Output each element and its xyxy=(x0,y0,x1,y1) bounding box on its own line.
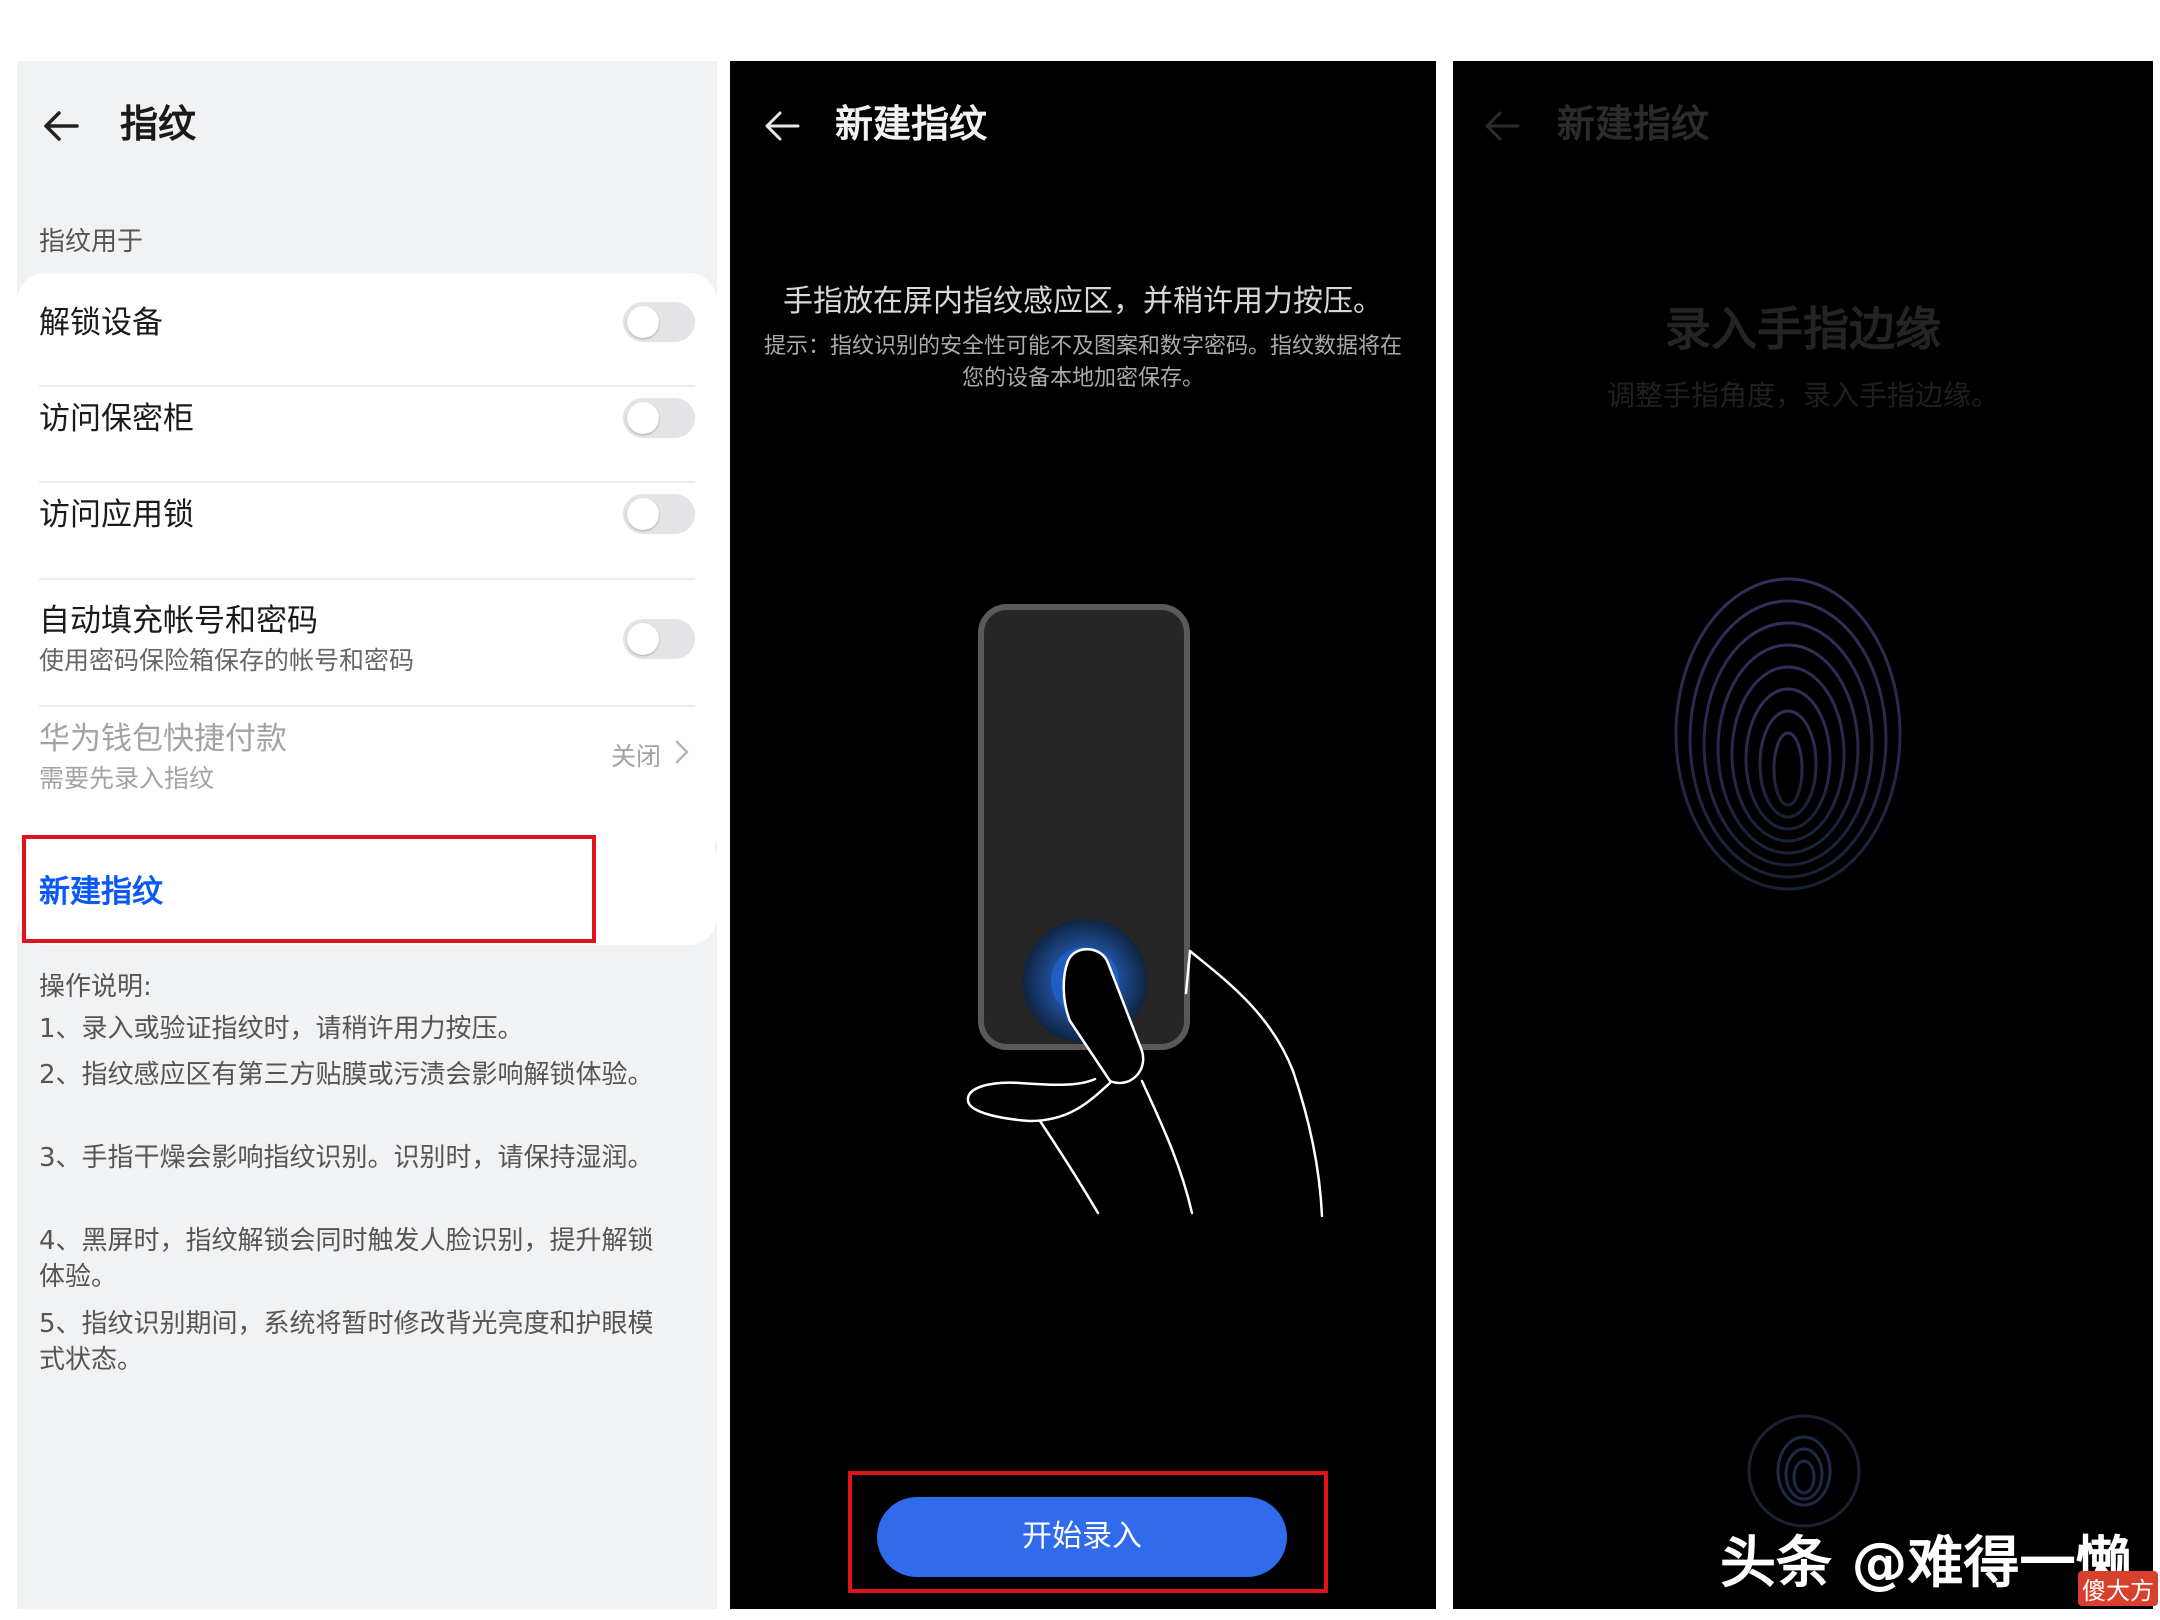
row-title: 访问保密柜 xyxy=(39,401,194,437)
page-title: 新建指纹 xyxy=(1557,102,1710,146)
logo-badge: 傻大方 xyxy=(2078,1571,2158,1606)
row-subtitle: 使用密码保险箱保存的帐号和密码 xyxy=(39,646,415,675)
divider xyxy=(39,705,695,707)
section-label: 指纹用于 xyxy=(39,227,144,257)
row-title: 自动填充帐号和密码 xyxy=(39,603,318,639)
fingerprint-settings-screen: 指纹 指纹用于 解锁设备 访问保密柜 访问应用锁 自动填充帐号和密码 使用密码保… xyxy=(17,61,717,1609)
access-safe-toggle[interactable] xyxy=(623,398,695,438)
row-autofill[interactable]: 自动填充帐号和密码 使用密码保险箱保存的帐号和密码 xyxy=(39,595,695,695)
phone-hand-illustration xyxy=(966,604,1324,1218)
fingerprint-sensor-icon xyxy=(1747,1414,1861,1528)
row-access-safe[interactable]: 访问保密柜 xyxy=(39,389,695,449)
row-app-lock[interactable]: 访问应用锁 xyxy=(39,485,695,545)
back-arrow-icon[interactable] xyxy=(37,101,87,151)
row-huawei-wallet[interactable]: 华为钱包快捷付款 需要先录入指纹 关闭 xyxy=(39,713,695,813)
row-subtitle: 需要先录入指纹 xyxy=(39,764,215,793)
instruction-item: 1、录入或验证指纹时，请稍许用力按压。 xyxy=(39,1014,524,1044)
enroll-fingerprint-screen: 新建指纹 手指放在屏内指纹感应区，并稍许用力按压。 提示：指纹识别的安全性可能不… xyxy=(730,61,1436,1609)
instructions-title: 操作说明: xyxy=(39,972,152,1002)
row-title: 华为钱包快捷付款 xyxy=(39,721,287,757)
header: 指纹 xyxy=(17,61,717,187)
unlock-device-toggle[interactable] xyxy=(623,302,695,342)
row-title: 解锁设备 xyxy=(39,305,163,341)
instruction-item: 5、指纹识别期间，系统将暂时修改背光亮度和护眼模式状态。 xyxy=(39,1309,654,1375)
instruction-item: 4、黑屏时，指纹解锁会同时触发人脸识别，提升解锁体验。 xyxy=(39,1226,654,1292)
divider xyxy=(39,481,695,483)
page-title: 指纹 xyxy=(120,102,197,146)
row-title: 访问应用锁 xyxy=(39,497,194,533)
edge-subheading: 调整手指角度，录入手指边缘。 xyxy=(1606,379,1999,412)
autofill-toggle[interactable] xyxy=(623,619,695,659)
highlight-box xyxy=(848,1471,1328,1593)
enroll-edge-screen: 新建指纹 录入手指边缘 调整手指角度，录入手指边缘。 xyxy=(1453,61,2153,1609)
fingerprint-usage-card: 解锁设备 访问保密柜 访问应用锁 自动填充帐号和密码 使用密码保险箱保存的帐号和… xyxy=(17,273,717,863)
edge-heading: 录入手指边缘 xyxy=(1665,302,1941,356)
row-unlock-device[interactable]: 解锁设备 xyxy=(39,293,695,351)
instruction-item: 3、手指干燥会影响指纹识别。识别时，请保持湿润。 xyxy=(39,1143,654,1173)
instruction-item: 2、指纹感应区有第三方贴膜或污渍会影响解锁体验。 xyxy=(39,1060,654,1090)
fingerprint-icon xyxy=(1674,577,1902,891)
wallet-status-value: 关闭 xyxy=(610,742,661,771)
divider xyxy=(39,385,695,387)
back-arrow-icon[interactable] xyxy=(1478,101,1526,151)
back-arrow-icon[interactable] xyxy=(758,101,806,151)
divider xyxy=(39,578,695,580)
security-tip: 提示：指纹识别的安全性可能不及图案和数字密码。指纹数据将在您的设备本地加密保存。 xyxy=(763,334,1402,391)
chevron-right-icon xyxy=(675,740,689,764)
watermark: 头条 @难得一懒 xyxy=(1720,1531,2132,1596)
page-title: 新建指纹 xyxy=(835,102,988,146)
enroll-instruction: 手指放在屏内指纹感应区，并稍许用力按压。 xyxy=(783,284,1383,319)
highlight-box xyxy=(22,835,596,943)
app-lock-toggle[interactable] xyxy=(623,494,695,534)
